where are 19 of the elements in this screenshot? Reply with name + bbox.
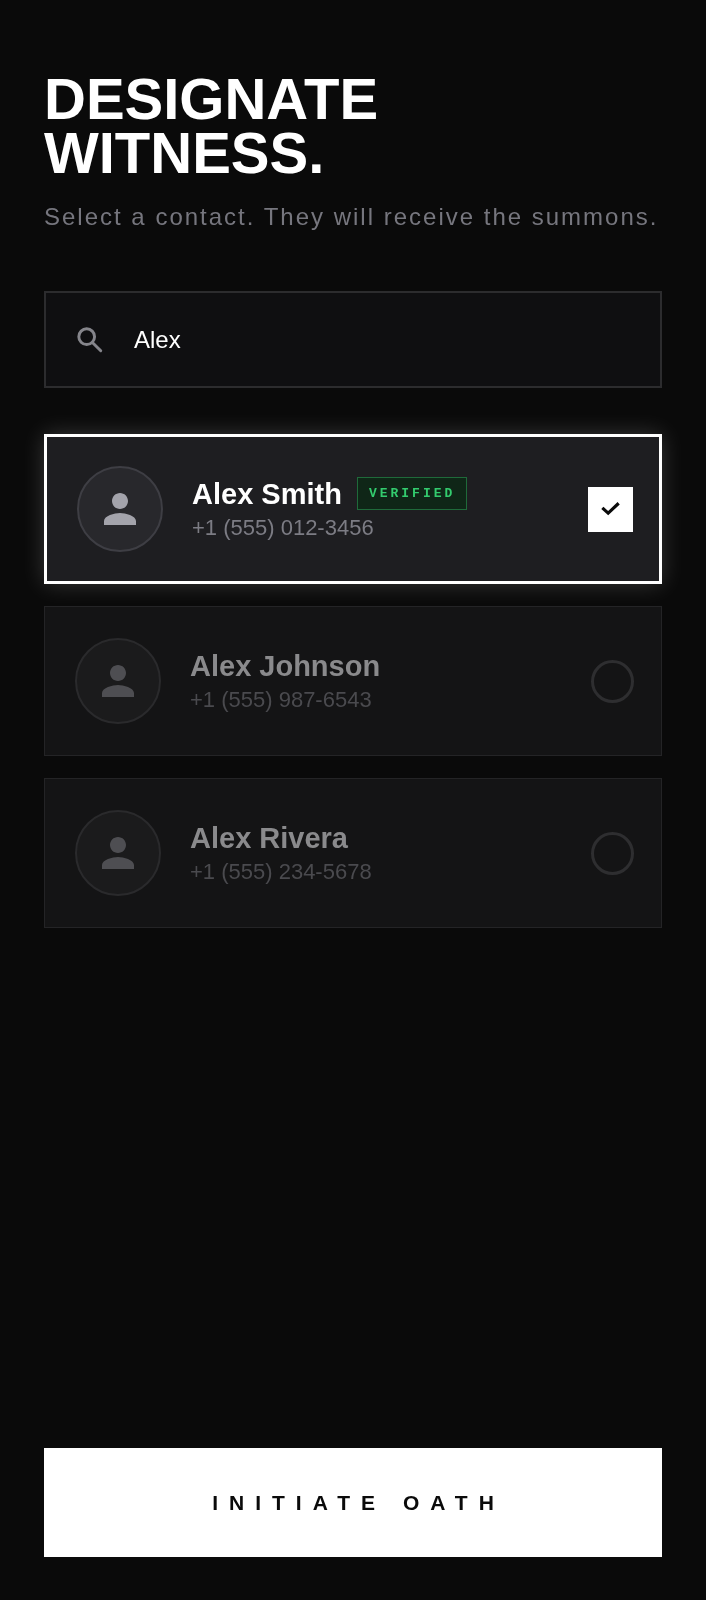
contact-name: Alex Johnson: [190, 648, 381, 683]
radio-button[interactable]: [591, 659, 634, 703]
radio-button[interactable]: [591, 831, 634, 875]
page-subtitle: Select a contact. They will receive the summons.: [44, 202, 659, 232]
page-title: DESIGNATE WITNESS.: [44, 72, 380, 180]
contact-card[interactable]: Alex Smith VERIFIED +1 (555) 012-3456: [44, 434, 662, 584]
contact-name: Alex Rivera: [190, 820, 348, 855]
contact-phone: +1 (555) 987-6543: [190, 685, 372, 714]
contact-phone: +1 (555) 012-3456: [192, 513, 374, 542]
verified-tag: VERIFIED: [356, 477, 468, 510]
search-icon: [76, 326, 103, 353]
contact-card[interactable]: Alex Rivera +1 (555) 234-5678: [44, 778, 662, 928]
contact-name: Alex Smith: [192, 476, 342, 511]
contact-phone: +1 (555) 234-5678: [190, 857, 372, 886]
checkbox[interactable]: [588, 486, 633, 532]
initiate-oath-button[interactable]: INITIATE OATH: [44, 1448, 662, 1557]
check-icon: [601, 502, 620, 516]
contact-card[interactable]: Alex Johnson +1 (555) 987-6543: [44, 606, 662, 756]
search-field[interactable]: Alex: [44, 291, 662, 388]
